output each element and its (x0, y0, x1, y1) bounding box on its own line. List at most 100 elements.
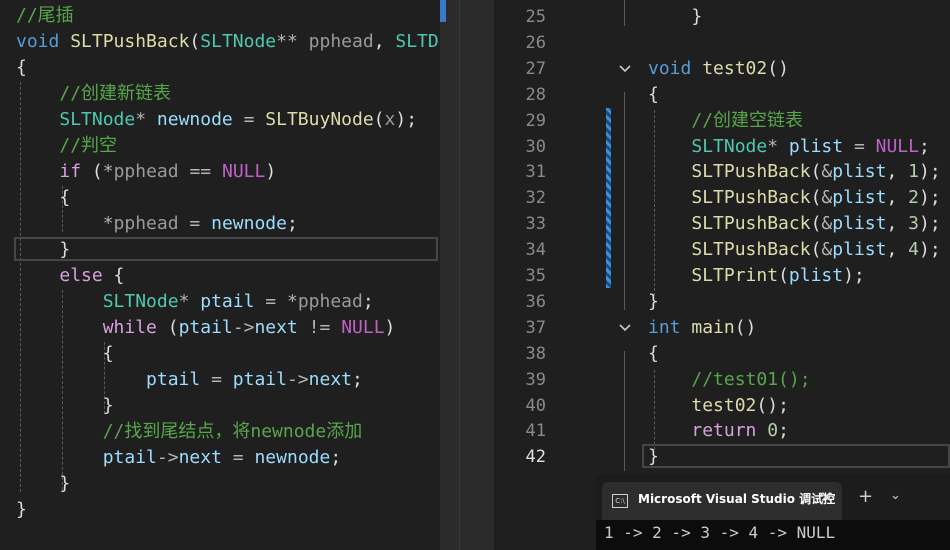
code-token: () (767, 57, 789, 79)
code-token: plist (832, 239, 887, 261)
line-number: 32 (525, 188, 546, 209)
code-token: { (16, 343, 114, 364)
scrollbar-track[interactable] (459, 0, 460, 550)
code-token: != (308, 317, 331, 338)
line-number: 35 (525, 266, 546, 286)
changed-lines-marker (606, 108, 611, 288)
block-guide (624, 0, 625, 26)
code-line[interactable]: ptail = ptail->next; (16, 367, 363, 393)
code-line[interactable]: { (16, 185, 70, 211)
code-line[interactable]: else { (16, 263, 124, 289)
code-token: ( (810, 161, 822, 183)
code-line[interactable]: SLTPushBack(&plist, 3); (648, 211, 940, 237)
code-line[interactable]: //找到尾结点，将newnode添加 (16, 419, 363, 445)
left-code-editor[interactable]: //尾插 void SLTPushBack(SLTNode** pphead, S… (0, 0, 440, 550)
code-line[interactable]: { (648, 341, 659, 367)
code-line[interactable]: while (ptail->next != NULL) (16, 315, 396, 341)
code-token: main (691, 316, 735, 338)
block-guide (624, 92, 625, 310)
code-token: newnode (254, 447, 331, 468)
code-token: } (16, 239, 71, 260)
fold-test02-chevron-icon[interactable] (618, 62, 632, 76)
code-token: ; (362, 291, 374, 312)
code-token: () (734, 316, 757, 338)
code-line[interactable]: void SLTPushBack(SLTNode** pphead, SLTDa (16, 29, 440, 55)
code-line[interactable]: SLTPushBack(&plist, 4); (648, 237, 940, 263)
line-number: 34 (525, 240, 546, 261)
fold-main-chevron-icon[interactable] (618, 321, 632, 335)
code-token: ; (778, 420, 789, 442)
code-token: SLTPushBack (691, 161, 811, 183)
code-line[interactable]: //创建新链表 (16, 81, 171, 107)
code-token: -> (156, 447, 179, 468)
chevron-down-icon[interactable]: ⌄ (890, 488, 901, 503)
code-line[interactable]: //判空 (16, 133, 117, 159)
code-token: ); (395, 109, 418, 130)
code-line[interactable]: { (16, 341, 114, 367)
code-token: SLTBuyNode (265, 109, 374, 130)
code-line[interactable]: SLTNode* plist = NULL; (648, 134, 930, 160)
code-line[interactable]: SLTNode* ptail = *pphead; (16, 289, 374, 315)
code-token: SLTPrint (691, 265, 779, 286)
line-number: 33 (525, 214, 546, 235)
code-token: x (384, 109, 396, 130)
close-icon[interactable]: ✕ (820, 488, 833, 506)
code-line[interactable]: *pphead = newnode; (16, 211, 298, 237)
terminal-tab[interactable]: C:\ Microsoft Visual Studio 调试控 ✕ (602, 482, 842, 520)
code-line[interactable]: //尾插 (16, 3, 74, 29)
code-token: next (178, 447, 222, 468)
code-line[interactable]: } (16, 393, 114, 419)
code-token: ptail (178, 317, 233, 338)
line-number: 26 (525, 32, 546, 53)
code-token: = (243, 109, 255, 130)
right-code-editor[interactable]: 25 26 27 28 29 30 31 32 33 34 35 36 37 38 39 40 41 42 } vo… (494, 0, 950, 550)
code-token: SLTNode (59, 109, 136, 130)
code-line[interactable]: SLTPrint(plist); (648, 263, 864, 289)
code-line[interactable]: int main() (648, 315, 756, 341)
code-token: plist (832, 161, 887, 183)
code-token: pphead (113, 213, 179, 234)
code-line[interactable]: //创建空链表 (648, 108, 803, 134)
current-line-highlight (14, 237, 438, 261)
code-line[interactable]: test02(); (648, 393, 789, 419)
debug-console-window[interactable]: C:\ Microsoft Visual Studio 调试控 ✕ + ⌄ 1 … (596, 474, 950, 550)
code-line[interactable]: } (648, 444, 659, 470)
code-line[interactable]: return 0; (648, 418, 789, 444)
code-line[interactable]: void test02() (648, 56, 789, 82)
code-line[interactable]: } (16, 471, 70, 497)
code-token: //test01(); (691, 368, 811, 390)
code-token: , (886, 239, 909, 261)
code-line[interactable]: SLTPushBack(&plist, 1); (648, 159, 941, 185)
code-token: ; (918, 135, 930, 157)
code-line[interactable]: } (648, 4, 702, 30)
code-line[interactable]: { (648, 82, 659, 108)
code-line[interactable]: SLTNode* newnode = SLTBuyNode(x); (16, 107, 417, 133)
code-line[interactable]: { (16, 55, 27, 81)
code-line[interactable]: SLTPushBack(&plist, 2); (648, 185, 940, 211)
line-number: 27 (525, 58, 546, 79)
code-token: ); (918, 161, 941, 183)
new-tab-button[interactable]: + (858, 486, 873, 507)
code-line[interactable]: ptail->next = newnode; (16, 445, 341, 471)
code-line[interactable]: } (16, 497, 27, 523)
code-token: SLTNode (691, 135, 768, 157)
editor-splitter[interactable] (440, 0, 494, 550)
code-token: -> (232, 317, 255, 338)
code-line[interactable]: //test01(); (648, 367, 811, 393)
code-line[interactable]: if (*pphead == NULL) (16, 159, 276, 185)
code-token: plist (788, 265, 844, 286)
code-line[interactable]: } (16, 237, 70, 263)
code-line[interactable]: } (648, 289, 659, 315)
